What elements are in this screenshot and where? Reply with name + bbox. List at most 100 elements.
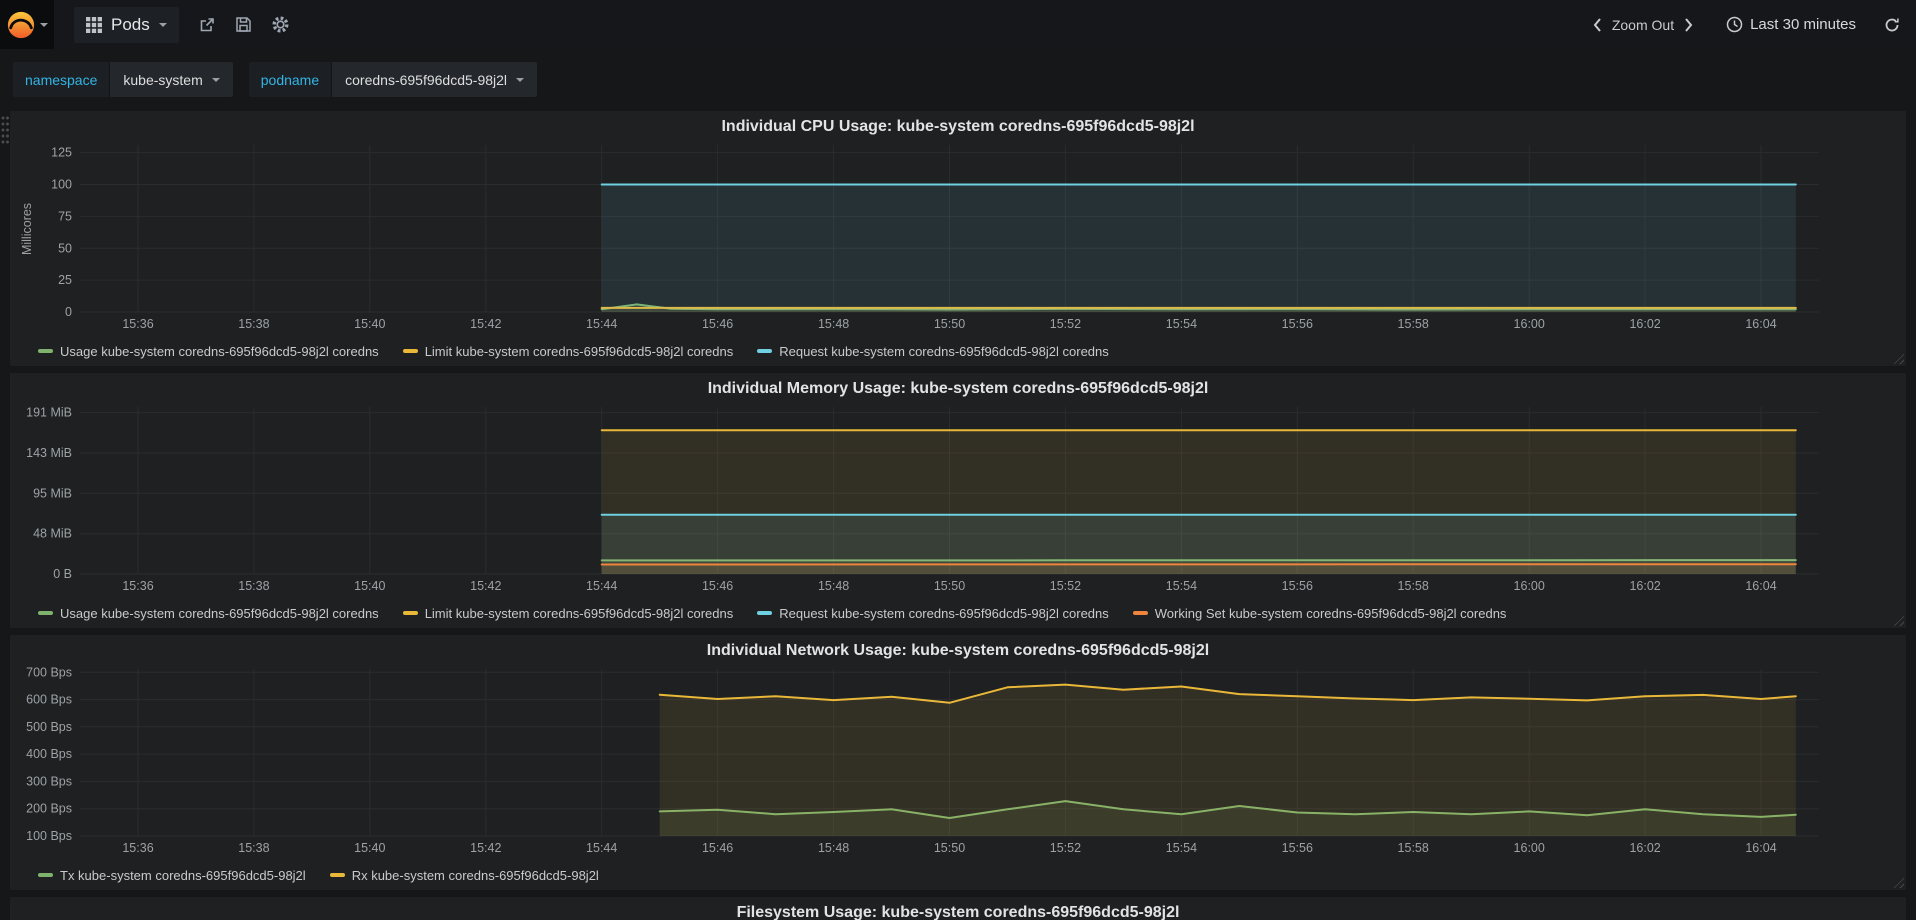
panel-title[interactable]: Individual Memory Usage: kube-system cor… [10,373,1906,401]
legend-series-swatch [38,611,53,615]
chart-svg[interactable]: 15:36 15:38 15:40 15:42 15:44 15:46 15:48 15:50… [18,401,1898,601]
svg-text:15:46: 15:46 [702,317,733,331]
svg-text:16:04: 16:04 [1745,579,1776,593]
chevron-down-icon [158,22,167,27]
svg-text:15:48: 15:48 [818,579,849,593]
grafana-logo-icon [7,11,35,38]
memory-chart-legend: Usage kube-system coredns-695f96dcd5-98j… [10,601,1906,625]
chart-svg[interactable]: 15:36 15:38 15:40 15:42 15:44 15:46 15:48 15:50… [18,139,1898,339]
settings-button[interactable] [271,15,290,34]
variable-namespace-value: kube-system [123,71,203,88]
share-icon [200,17,214,31]
legend-series-swatch [38,873,53,877]
variable-podname: podname coredns-695f96dcd5-98j2l [248,62,538,97]
svg-text:0 B: 0 B [53,567,72,581]
variable-podname-value: coredns-695f96dcd5-98j2l [345,71,508,88]
svg-text:400 Bps: 400 Bps [26,747,72,761]
time-range-picker[interactable]: Last 30 minutes [1726,16,1856,33]
legend-item[interactable]: Usage kube-system coredns-695f96dcd5-98j… [38,344,379,359]
svg-text:15:44: 15:44 [586,317,617,331]
variable-podname-label: podname [248,62,332,97]
legend-item[interactable]: Limit kube-system coredns-695f96dcd5-98j… [402,606,733,621]
cpu-chart-legend: Usage kube-system coredns-695f96dcd5-98j… [10,339,1906,363]
time-range-label: Last 30 minutes [1750,16,1856,33]
svg-text:16:02: 16:02 [1629,841,1660,855]
svg-text:15:38: 15:38 [238,841,269,855]
chevron-left-icon [1593,17,1601,32]
svg-text:15:56: 15:56 [1282,579,1313,593]
svg-text:15:38: 15:38 [238,579,269,593]
panel-memory-usage: Individual Memory Usage: kube-system cor… [9,372,1907,629]
panel-title[interactable]: Individual Network Usage: kube-system co… [10,635,1906,663]
legend-item[interactable]: Tx kube-system coredns-695f96dcd5-98j2l [38,868,306,883]
svg-text:15:56: 15:56 [1282,317,1313,331]
legend-item[interactable]: Request kube-system coredns-695f96dcd5-9… [757,606,1109,621]
legend-series-swatch [329,873,345,877]
svg-text:700 Bps: 700 Bps [26,665,72,679]
save-button[interactable] [235,16,252,33]
svg-text:16:02: 16:02 [1629,317,1660,331]
time-shift-right-button[interactable] [1680,13,1698,37]
svg-text:15:46: 15:46 [702,841,733,855]
panel-drag-handle[interactable] [1,116,10,146]
template-variables-row: namespace kube-system podname coredns-69… [0,49,1916,110]
svg-text:15:58: 15:58 [1398,317,1429,331]
legend-item[interactable]: Rx kube-system coredns-695f96dcd5-98j2l [329,868,599,883]
legend-item[interactable]: Request kube-system coredns-695f96dcd5-9… [757,344,1109,359]
panel-title[interactable]: Individual CPU Usage: kube-system coredn… [10,111,1906,139]
memory-usage-chart[interactable]: 15:36 15:38 15:40 15:42 15:44 15:46 15:48 15:50… [10,401,1906,601]
refresh-icon [1885,18,1899,31]
svg-text:15:36: 15:36 [122,579,153,593]
panel-filesystem-usage: Filesystem Usage: kube-system coredns-69… [9,896,1907,920]
clock-icon [1726,16,1743,33]
panel-title[interactable]: Filesystem Usage: kube-system coredns-69… [10,897,1906,920]
svg-text:15:42: 15:42 [470,841,501,855]
svg-text:95 MiB: 95 MiB [33,486,72,500]
svg-text:15:38: 15:38 [238,317,269,331]
svg-text:200 Bps: 200 Bps [26,802,72,816]
time-shift-left-button[interactable] [1588,13,1606,37]
network-usage-chart[interactable]: 15:36 15:38 15:40 15:42 15:44 15:46 15:48 15:50… [10,663,1906,863]
legend-item[interactable]: Working Set kube-system coredns-695f96dc… [1132,606,1506,621]
svg-text:75: 75 [58,209,72,223]
svg-text:15:42: 15:42 [470,317,501,331]
svg-text:15:42: 15:42 [470,579,501,593]
legend-item[interactable]: Usage kube-system coredns-695f96dcd5-98j… [38,606,379,621]
svg-text:15:56: 15:56 [1282,841,1313,855]
cpu-usage-chart[interactable]: 15:36 15:38 15:40 15:42 15:44 15:46 15:48 15:50… [10,139,1906,339]
network-chart-legend: Tx kube-system coredns-695f96dcd5-98j2l R… [10,863,1906,887]
svg-text:15:36: 15:36 [122,841,153,855]
svg-text:100: 100 [51,178,72,192]
chart-svg[interactable]: 15:36 15:38 15:40 15:42 15:44 15:46 15:48 15:50… [18,663,1898,863]
chevron-down-icon [40,22,48,27]
refresh-button[interactable] [1884,17,1900,33]
grafana-menu-button[interactable] [0,0,54,49]
svg-text:15:54: 15:54 [1166,317,1197,331]
svg-text:15:50: 15:50 [934,579,965,593]
svg-text:15:54: 15:54 [1166,579,1197,593]
svg-text:15:48: 15:48 [818,317,849,331]
share-button[interactable] [198,16,216,34]
legend-item[interactable]: Limit kube-system coredns-695f96dcd5-98j… [402,344,733,359]
variable-namespace-dropdown[interactable]: kube-system [109,62,233,97]
legend-series-swatch [1132,611,1148,615]
variable-namespace: namespace kube-system [13,62,233,97]
legend-series-swatch [402,349,418,353]
svg-text:15:44: 15:44 [586,841,617,855]
dashboard-title: Pods [111,14,150,34]
chevron-down-icon [211,77,220,82]
variable-podname-dropdown[interactable]: coredns-695f96dcd5-98j2l [331,62,538,97]
variable-namespace-label: namespace [13,62,110,97]
svg-text:15:44: 15:44 [586,579,617,593]
svg-text:125: 125 [51,146,72,160]
svg-text:15:40: 15:40 [354,579,385,593]
svg-text:16:02: 16:02 [1629,579,1660,593]
dashboard-picker[interactable]: Pods [74,6,179,43]
svg-text:15:46: 15:46 [702,579,733,593]
svg-text:Millicores: Millicores [20,203,34,255]
svg-text:15:40: 15:40 [354,317,385,331]
legend-series-swatch [757,611,773,615]
dashboard-panels: Individual CPU Usage: kube-system coredn… [0,110,1916,920]
navbar-time-controls: Zoom Out Last 30 minutes [1588,13,1900,37]
zoom-out-button[interactable]: Zoom Out [1612,17,1674,33]
